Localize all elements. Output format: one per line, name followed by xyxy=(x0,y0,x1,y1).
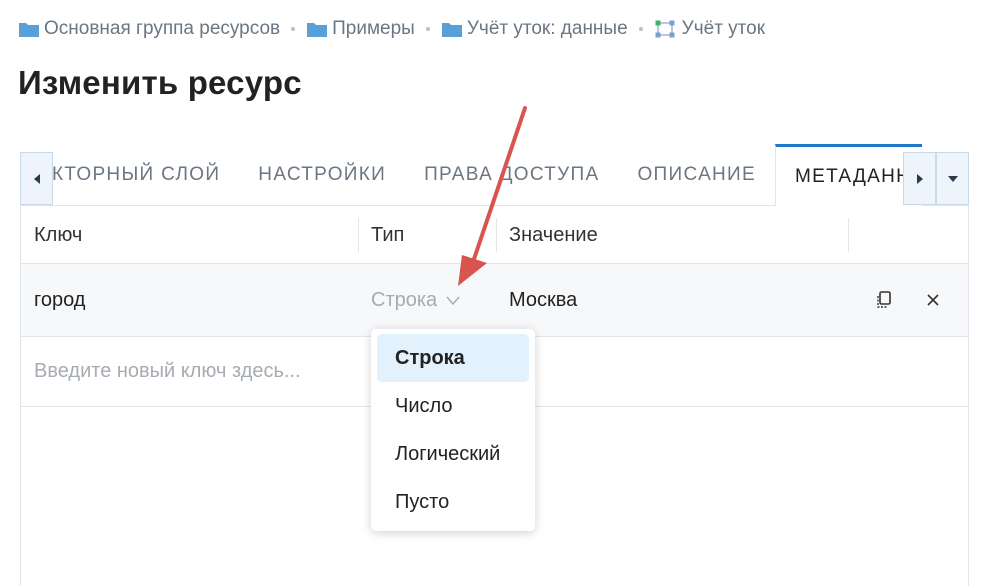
breadcrumb-label: Учёт уток: данные xyxy=(466,18,628,39)
dropdown-option-number[interactable]: Число xyxy=(377,382,529,430)
type-select[interactable]: Строка xyxy=(371,264,461,336)
tab-scroll-right-button[interactable] xyxy=(903,152,936,205)
breadcrumb: Основная группа ресурсов Примеры Учёт ут… xyxy=(18,17,765,41)
folder-icon xyxy=(307,22,328,37)
breadcrumb-separator xyxy=(291,27,296,31)
breadcrumb-item-duck-data[interactable]: Учёт уток: данные xyxy=(441,18,628,40)
folder-icon xyxy=(441,22,462,37)
dropdown-option-null[interactable]: Пусто xyxy=(377,478,529,526)
tab-settings[interactable]: НАСТРОЙКИ xyxy=(239,144,405,206)
folder-icon xyxy=(19,22,39,37)
breadcrumb-label: Примеры xyxy=(332,18,415,39)
tab-vector-layer[interactable]: ВЕКТОРНЫЙ СЛОЙ xyxy=(53,144,239,206)
type-select-value: Строка xyxy=(371,288,438,311)
caret-left-icon xyxy=(33,173,40,184)
tab-metadata[interactable]: МЕТАДАННЫЕ xyxy=(775,144,922,206)
annotation-arrow-icon xyxy=(458,106,527,286)
column-divider xyxy=(848,218,849,252)
new-key-input[interactable]: Введите новый ключ здесь... xyxy=(34,337,301,406)
copy-icon[interactable] xyxy=(875,290,893,310)
breadcrumb-separator xyxy=(425,27,430,31)
type-dropdown-menu: Строка Число Логический Пусто xyxy=(371,329,535,531)
tab-scroll-left-button[interactable] xyxy=(20,152,53,205)
breadcrumb-label: Учёт уток xyxy=(681,18,766,39)
column-header-type: Тип xyxy=(371,223,405,246)
column-divider xyxy=(358,218,359,252)
close-icon[interactable] xyxy=(925,292,941,308)
vector-layer-icon xyxy=(655,20,675,38)
page-title: Изменить ресурс xyxy=(18,64,302,101)
key-field[interactable]: город xyxy=(34,264,85,336)
caret-right-icon xyxy=(916,173,923,184)
breadcrumb-label: Основная группа ресурсов xyxy=(44,18,281,39)
breadcrumb-separator xyxy=(638,27,643,31)
dropdown-option-boolean[interactable]: Логический xyxy=(377,430,529,478)
dropdown-option-string[interactable]: Строка xyxy=(377,334,529,382)
column-header-key: Ключ xyxy=(34,223,83,246)
caret-down-icon xyxy=(947,175,958,182)
breadcrumb-item-examples[interactable]: Примеры xyxy=(306,18,415,40)
tab-menu-button[interactable] xyxy=(936,152,969,205)
breadcrumb-item-main-group[interactable]: Основная группа ресурсов xyxy=(18,18,280,40)
breadcrumb-item-duck-count: Учёт уток xyxy=(654,18,765,40)
tab-description[interactable]: ОПИСАНИЕ xyxy=(618,144,775,206)
